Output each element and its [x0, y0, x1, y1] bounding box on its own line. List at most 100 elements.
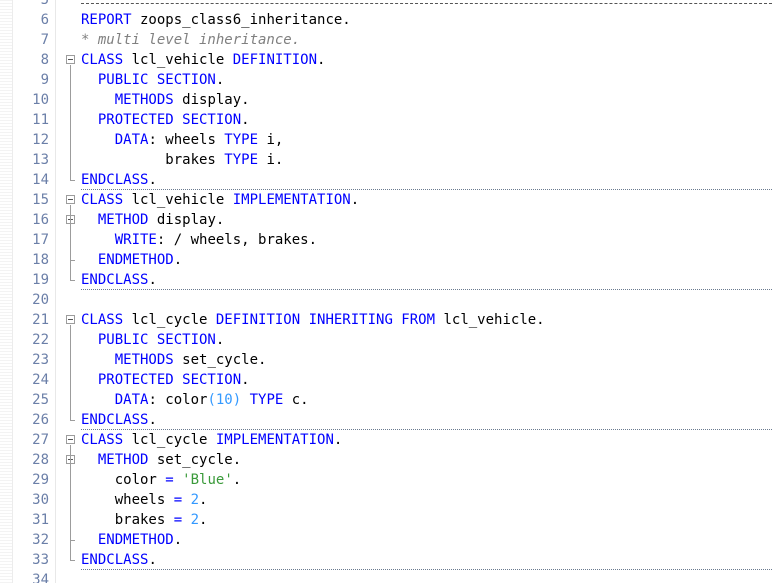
code-token: . [173, 252, 183, 268]
code-line[interactable]: 18 ENDMETHOD. [0, 250, 772, 270]
code-text: brakes TYPE i. [81, 150, 283, 170]
code-line[interactable]: 17 WRITE: / wheels, brakes. [0, 230, 772, 250]
fold-guide-line [70, 65, 71, 180]
code-text: ENDCLASS. [81, 410, 157, 430]
keyword-token: DATA [114, 392, 149, 408]
keyword-token: DEFINITION INHERITING FROM [215, 312, 436, 328]
code-line[interactable]: 22 PUBLIC SECTION. [0, 330, 772, 350]
code-line[interactable]: 10 METHODS display. [0, 90, 772, 110]
keyword-token: CLASS [81, 312, 124, 328]
code-editor[interactable]: 5 6 REPORT zoops_class6_inheritance. 7 * mul… [0, 0, 772, 583]
code-line[interactable]: 23 METHODS set_cycle. [0, 350, 772, 370]
fold-guide-line [70, 225, 71, 260]
code-line[interactable]: 25 DATA: color(10) TYPE c. [0, 390, 772, 410]
code-line[interactable]: 12 DATA: wheels TYPE i, [0, 130, 772, 150]
line-number: 15 [32, 192, 49, 208]
line-number: 24 [32, 372, 49, 388]
code-text: METHOD set_cycle. [81, 450, 241, 470]
line-number: 14 [32, 172, 49, 188]
line-number: 32 [32, 532, 49, 548]
fold-collapse-icon[interactable] [66, 195, 75, 204]
code-line[interactable]: 32 ENDMETHOD. [0, 530, 772, 550]
code-text: METHOD display. [81, 210, 224, 230]
keyword-token: ENDCLASS [81, 412, 149, 428]
code-line[interactable]: 27 CLASS lcl_cycle IMPLEMENTATION. [0, 430, 772, 450]
code-line[interactable]: 5 [0, 0, 772, 10]
line-number: 18 [32, 252, 49, 268]
keyword-token: DATA [114, 132, 149, 148]
line-number: 9 [40, 72, 49, 88]
code-line[interactable]: 30 wheels = 2. [0, 490, 772, 510]
code-text: PROTECTED SECTION. [81, 110, 250, 130]
code-token: lcl_vehicle. [435, 312, 545, 328]
code-line[interactable]: 28 METHOD set_cycle. [0, 450, 772, 470]
code-line[interactable]: 7 * multi level inheritance. [0, 30, 772, 50]
code-line[interactable]: 31 brakes = 2. [0, 510, 772, 530]
fold-collapse-icon[interactable] [66, 55, 75, 64]
line-number: 13 [32, 152, 49, 168]
code-line[interactable]: 16 METHOD display. [0, 210, 772, 230]
code-token: set_cycle. [148, 452, 242, 468]
fold-guide-line [70, 465, 71, 540]
code-line[interactable]: 11 PROTECTED SECTION. [0, 110, 772, 130]
fold-guide-end [70, 560, 75, 561]
code-line[interactable]: 29 color = 'Blue'. [0, 470, 772, 490]
code-line[interactable]: 33 ENDCLASS. [0, 550, 772, 570]
code-token: . [215, 332, 225, 348]
code-text: WRITE: / wheels, brakes. [81, 230, 317, 250]
code-token: . [317, 52, 326, 68]
code-line[interactable]: 21 CLASS lcl_cycle DEFINITION INHERITING … [0, 310, 772, 330]
keyword-token: ENDMETHOD [97, 252, 174, 268]
code-line[interactable]: 14 ENDCLASS. [0, 170, 772, 190]
code-line[interactable]: 8 CLASS lcl_vehicle DEFINITION. [0, 50, 772, 70]
code-token: . [232, 472, 242, 488]
code-line[interactable]: 26 ENDCLASS. [0, 410, 772, 430]
line-number: 8 [40, 52, 49, 68]
keyword-token: IMPLEMENTATION [215, 432, 334, 448]
code-token: . [173, 532, 183, 548]
code-token: zoops_class6_inheritance. [131, 12, 351, 28]
number-token: 2 [190, 492, 200, 508]
code-text: ENDCLASS. [81, 270, 157, 290]
code-line[interactable]: 15 CLASS lcl_vehicle IMPLEMENTATION. [0, 190, 772, 210]
code-line[interactable]: 19 ENDCLASS. [0, 270, 772, 290]
line-number: 29 [32, 472, 49, 488]
line-number: 21 [32, 312, 49, 328]
code-token: . [199, 512, 208, 528]
code-token: . [333, 432, 343, 448]
line-number: 28 [32, 452, 49, 468]
code-line[interactable]: 20 [0, 290, 772, 310]
line-number: 27 [32, 432, 49, 448]
code-token: . [148, 172, 157, 188]
code-text: METHODS display. [81, 90, 250, 110]
fold-collapse-icon[interactable] [66, 435, 75, 444]
line-number: 30 [32, 492, 49, 508]
code-line[interactable]: 24 PROTECTED SECTION. [0, 370, 772, 390]
code-token: display. [173, 92, 250, 108]
fold-collapse-icon[interactable] [66, 315, 75, 324]
code-token: : / wheels, brakes. [156, 232, 318, 248]
keyword-token: CLASS [81, 192, 124, 208]
comment-token: * multi level inheritance. [81, 32, 301, 48]
code-text: color = 'Blue'. [81, 470, 241, 490]
keyword-token: CLASS [81, 432, 124, 448]
code-line[interactable]: 9 PUBLIC SECTION. [0, 70, 772, 90]
code-text: wheels = 2. [81, 490, 208, 510]
keyword-token: WRITE [114, 232, 157, 248]
line-number: 23 [32, 352, 49, 368]
code-token: . [215, 72, 225, 88]
code-token: c. [283, 392, 309, 408]
code-token: color [81, 472, 166, 488]
code-line[interactable]: 13 brakes TYPE i. [0, 150, 772, 170]
code-line[interactable]: 6 REPORT zoops_class6_inheritance. [0, 10, 772, 30]
code-line[interactable]: 34 [0, 570, 772, 583]
code-token: lcl_vehicle [123, 192, 233, 208]
